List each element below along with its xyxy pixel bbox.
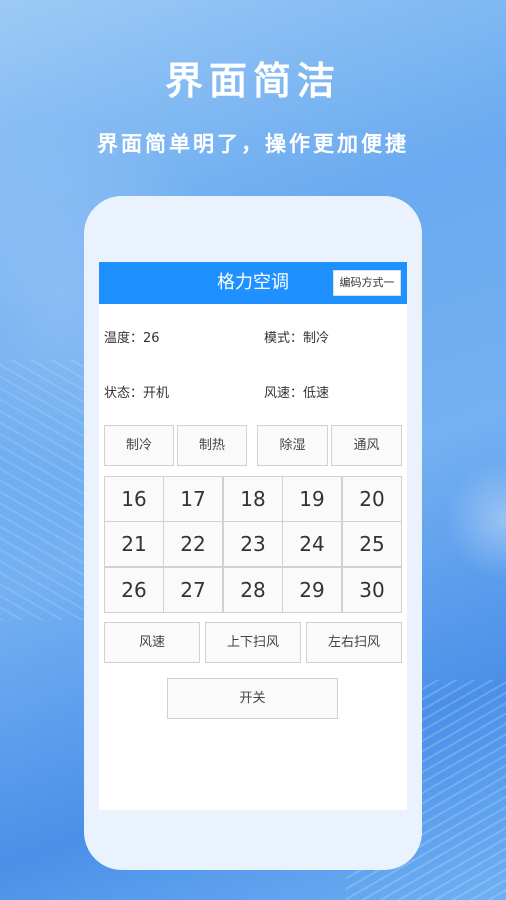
mode-fan-button[interactable]: 通风 <box>331 425 402 466</box>
temperature-button-16[interactable]: 16 <box>104 476 164 522</box>
temperature-button-29[interactable]: 29 <box>282 567 342 613</box>
mode-value: 制冷 <box>303 331 330 346</box>
temperature-button-19[interactable]: 19 <box>282 476 342 522</box>
power-status: 状态：开机 <box>104 382 169 401</box>
app-screen: 格力空调 编码方式一 温度：26 模式：制冷 状态：开机 风速：低速 制冷 制热… <box>99 262 407 810</box>
temperature-value: 26 <box>143 331 160 346</box>
temperature-button-18[interactable]: 18 <box>223 476 283 522</box>
mode-dry-button[interactable]: 除湿 <box>257 425 328 466</box>
vertical-swing-button[interactable]: 上下扫风 <box>205 622 301 663</box>
temperature-button-25[interactable]: 25 <box>342 521 402 567</box>
temperature-button-20[interactable]: 20 <box>342 476 402 522</box>
app-header: 格力空调 编码方式一 <box>99 262 407 304</box>
temperature-button-21[interactable]: 21 <box>104 521 164 567</box>
background-glow-right <box>446 460 506 580</box>
temperature-button-28[interactable]: 28 <box>223 567 283 613</box>
temperature-button-27[interactable]: 27 <box>163 567 223 613</box>
state-value: 开机 <box>143 386 170 401</box>
promo-subtitle: 界面简单明了，操作更加便捷 <box>97 132 409 156</box>
fan-label: 风速： <box>264 386 304 401</box>
power-button[interactable]: 开关 <box>167 678 338 719</box>
temperature-button-30[interactable]: 30 <box>342 567 402 613</box>
fan-status: 风速：低速 <box>264 382 329 401</box>
mode-cool-button[interactable]: 制冷 <box>104 425 174 466</box>
temperature-button-26[interactable]: 26 <box>104 567 164 613</box>
horizontal-swing-button[interactable]: 左右扫风 <box>306 622 402 663</box>
fan-speed-button[interactable]: 风速 <box>104 622 200 663</box>
mode-status: 模式：制冷 <box>264 327 329 346</box>
temperature-button-24[interactable]: 24 <box>282 521 342 567</box>
mode-heat-button[interactable]: 制热 <box>177 425 247 466</box>
temperature-button-17[interactable]: 17 <box>163 476 223 522</box>
temperature-button-23[interactable]: 23 <box>223 521 283 567</box>
encoding-mode-button[interactable]: 编码方式一 <box>333 270 401 296</box>
mode-label: 模式： <box>264 331 304 346</box>
state-label: 状态： <box>104 386 144 401</box>
temperature-button-22[interactable]: 22 <box>163 521 223 567</box>
temperature-label: 温度： <box>104 331 144 346</box>
temperature-status: 温度：26 <box>104 327 160 346</box>
promo-title: 界面简洁 <box>164 59 341 103</box>
fan-value: 低速 <box>303 386 330 401</box>
